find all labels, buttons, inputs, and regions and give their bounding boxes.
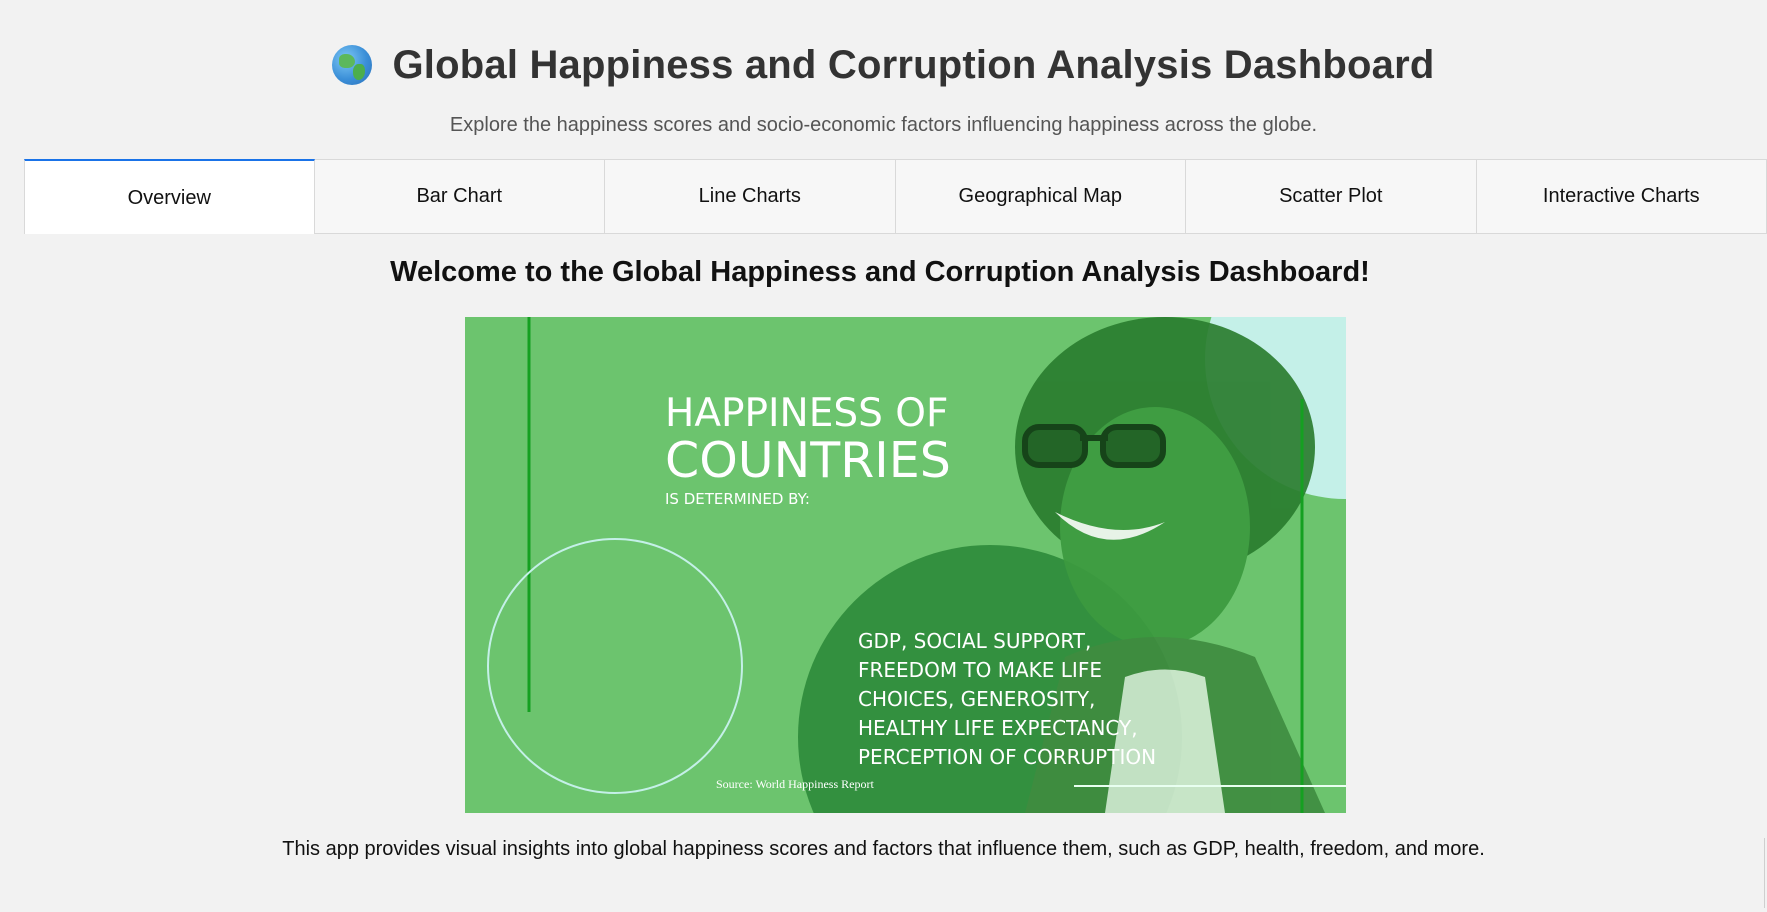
tab-bar-chart[interactable]: Bar Chart [314, 159, 606, 234]
title-row: Global Happiness and Corruption Analysis… [0, 40, 1767, 90]
happiness-banner-image: HAPPINESS OF COUNTRIES IS DETERMINED BY:… [465, 317, 1346, 813]
tab-scatter-plot[interactable]: Scatter Plot [1186, 159, 1477, 234]
page-title: Global Happiness and Corruption Analysis… [392, 42, 1435, 87]
page-subtitle: Explore the happiness scores and socio-e… [449, 114, 1318, 136]
globe-icon [332, 45, 373, 85]
app-description: This app provides visual insights into g… [282, 838, 1485, 860]
tab-interactive-charts[interactable]: Interactive Charts [1476, 159, 1767, 234]
banner-factors: GDP, SOCIAL SUPPORT, FREEDOM TO MAKE LIF… [858, 627, 1156, 772]
tab-overview[interactable]: Overview [24, 159, 315, 234]
banner-headline-line2: COUNTRIES [665, 432, 951, 489]
tab-geographical-map[interactable]: Geographical Map [895, 159, 1187, 234]
banner-factor-line: FREEDOM TO MAKE LIFE [858, 658, 1102, 682]
welcome-heading: Welcome to the Global Happiness and Corr… [390, 256, 1370, 288]
tab-line-charts[interactable]: Line Charts [605, 159, 896, 234]
banner-factor-line: PERCEPTION OF CORRUPTION [858, 745, 1157, 769]
banner-factor-line: GDP, SOCIAL SUPPORT, [858, 629, 1092, 653]
banner-factor-line: HEALTHY LIFE EXPECTANCY, [858, 716, 1138, 740]
banner-headline-line1: HAPPINESS OF [665, 391, 949, 436]
tab-bar: Overview Bar Chart Line Charts Geographi… [24, 159, 1767, 234]
app-header: Global Happiness and Corruption Analysis… [0, 0, 1767, 160]
banner-headline: HAPPINESS OF COUNTRIES IS DETERMINED BY: [665, 393, 951, 509]
banner-headline-line3: IS DETERMINED BY: [665, 490, 810, 508]
banner-factor-line: CHOICES, GENEROSITY, [858, 687, 1096, 711]
banner-source: Source: World Happiness Report [716, 777, 874, 791]
